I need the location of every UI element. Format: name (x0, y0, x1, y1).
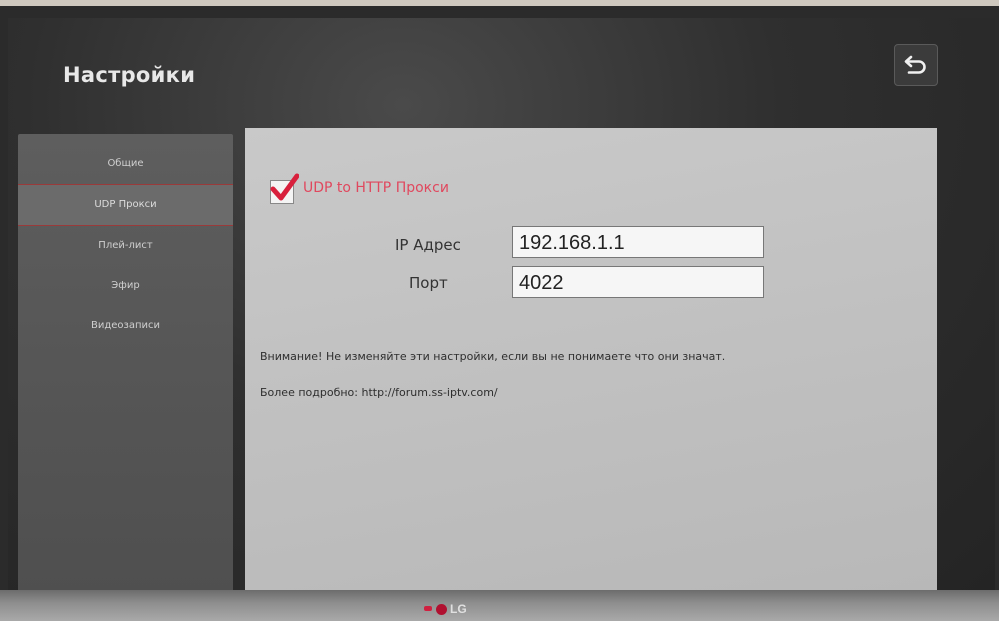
sidebar-item-playlist[interactable]: Плей-лист (18, 226, 233, 266)
port-label: Порт (409, 274, 448, 292)
page-title: Настройки (63, 63, 196, 87)
lg-mark-icon (436, 603, 447, 615)
brand-name: LG (450, 602, 467, 616)
more-info-text: Более подробно: http://forum.ss-iptv.com… (260, 386, 498, 399)
power-indicator (424, 606, 432, 611)
tv-screen: Настройки Общие UDP Прокси Плей-лист Эфи… (8, 18, 995, 596)
udp-proxy-label[interactable]: UDP to HTTP Прокси (303, 180, 449, 196)
photo: Настройки Общие UDP Прокси Плей-лист Эфи… (0, 0, 999, 621)
sidebar-item-broadcast[interactable]: Эфир (18, 266, 233, 306)
sidebar-item-recordings[interactable]: Видеозаписи (18, 306, 233, 346)
settings-content-panel: UDP to HTTP Прокси IP Адрес 192.168.1.1 … (245, 128, 937, 596)
sidebar-item-udp-proxy[interactable]: UDP Прокси (18, 184, 233, 226)
sidebar-list: Общие UDP Прокси Плей-лист Эфир Видеозап… (18, 134, 233, 346)
tv-bezel-bottom: LG (0, 590, 999, 621)
ip-address-label: IP Адрес (395, 236, 461, 254)
port-field[interactable]: 4022 (512, 266, 764, 298)
back-button[interactable] (894, 44, 938, 86)
back-arrow-icon (904, 55, 926, 74)
warning-text: Внимание! Не изменяйте эти настройки, ес… (260, 350, 726, 363)
settings-sidebar: Общие UDP Прокси Плей-лист Эфир Видеозап… (18, 134, 233, 594)
sidebar-item-general[interactable]: Общие (18, 144, 233, 184)
ip-address-field[interactable]: 192.168.1.1 (512, 226, 764, 258)
tv-frame: Настройки Общие UDP Прокси Плей-лист Эфи… (0, 6, 999, 621)
udp-proxy-checkbox[interactable] (270, 173, 299, 204)
checkmark-icon (270, 173, 299, 201)
brand-logo: LG (436, 602, 467, 616)
